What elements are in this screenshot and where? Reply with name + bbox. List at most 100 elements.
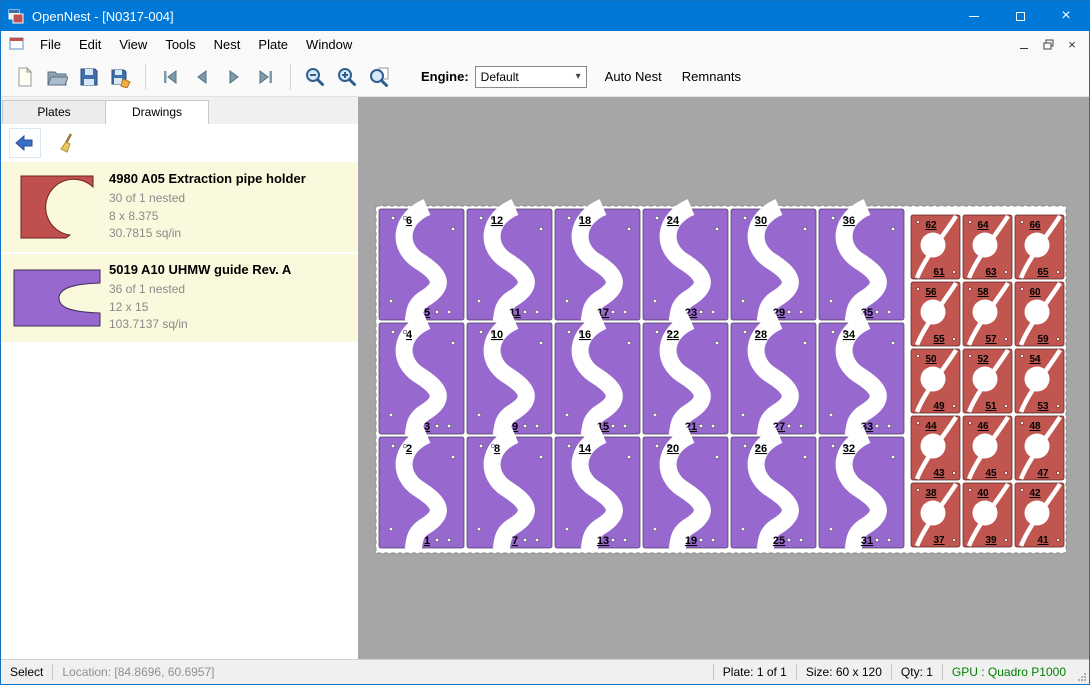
part-number: 44 — [925, 421, 937, 432]
red-part-pair[interactable]: 4241 — [1015, 483, 1064, 547]
part-number: 19 — [685, 535, 697, 547]
purple-part-pair[interactable]: 2221 — [643, 321, 728, 436]
part-number: 62 — [925, 220, 937, 231]
document-icon[interactable] — [9, 37, 25, 51]
red-part-pair[interactable]: 52 51 — [963, 349, 1012, 413]
save-as-button[interactable] — [105, 61, 137, 93]
open-button[interactable] — [41, 61, 73, 93]
plate-qty: Qty: 1 — [892, 665, 942, 679]
last-plate-button[interactable] — [250, 61, 282, 93]
red-part-pair[interactable]: 4645 — [963, 416, 1012, 480]
zoom-out-button[interactable] — [299, 61, 331, 93]
status-bar: Select Location: [84.8696, 60.6957] Plat… — [1, 659, 1089, 684]
red-part-pair[interactable]: 5655 — [911, 282, 960, 346]
drawing-item-extraction-pipe-holder[interactable]: 4980 A05 Extraction pipe holder 30 of 1 … — [1, 162, 358, 252]
red-part-pair[interactable]: 5857 — [963, 282, 1012, 346]
purple-part-pair[interactable]: 2827 — [731, 321, 816, 436]
purple-part-pair[interactable]: 2423 — [643, 207, 728, 322]
maximize-button[interactable] — [997, 1, 1043, 31]
part-number: 53 — [1037, 401, 1049, 412]
menu-bar: File Edit View Tools Nest Plate Window × — [1, 31, 1089, 57]
red-part-pair[interactable]: 4039 — [963, 483, 1012, 547]
import-drawing-button[interactable] — [9, 128, 41, 158]
mdi-restore-icon — [1043, 39, 1054, 50]
menu-view[interactable]: View — [110, 33, 156, 56]
drawing-size: 12 x 15 — [109, 299, 354, 316]
previous-plate-button[interactable] — [186, 61, 218, 93]
mdi-minimize-button[interactable] — [1013, 34, 1035, 54]
purple-part-pair[interactable]: 1817 — [555, 207, 640, 322]
drawing-item-uhmw-guide[interactable]: 5019 A10 UHMW guide Rev. A 36 of 1 neste… — [1, 252, 358, 342]
menu-plate[interactable]: Plate — [249, 33, 297, 56]
part-number: 4 — [406, 329, 413, 341]
red-part-pair[interactable]: 4443 — [911, 416, 960, 480]
red-part-pair[interactable]: 3837 — [911, 483, 960, 547]
nest-canvas[interactable]: 6512111817242330293635431091615222128273… — [359, 97, 1089, 659]
chevron-down-icon: ▾ — [576, 71, 581, 82]
part-number: 55 — [933, 334, 945, 345]
new-button[interactable] — [9, 61, 41, 93]
purple-part-pair[interactable]: 3433 — [819, 321, 904, 436]
blue-arrow-icon — [14, 132, 36, 154]
mdi-close-button[interactable]: × — [1061, 34, 1083, 54]
part-number: 52 — [977, 354, 989, 365]
red-part-pair[interactable]: 6059 — [1015, 282, 1064, 346]
remnants-button[interactable]: Remnants — [672, 63, 751, 90]
purple-part-pair[interactable]: 1615 — [555, 321, 640, 436]
part-number: 57 — [985, 334, 997, 345]
purple-part-pair[interactable]: 87 — [467, 435, 552, 550]
nest-plate-view[interactable]: 6512111817242330293635431091615222128273… — [359, 97, 1089, 659]
purple-part-pair[interactable]: 43 — [379, 321, 464, 436]
minimize-button[interactable] — [951, 1, 997, 31]
purple-part-pair[interactable]: 109 — [467, 321, 552, 436]
purple-part-pair[interactable]: 2019 — [643, 435, 728, 550]
close-button[interactable]: × — [1043, 1, 1089, 31]
purple-part-pair[interactable]: 3029 — [731, 207, 816, 322]
part-number: 7 — [512, 535, 518, 547]
maximize-icon — [1016, 12, 1025, 21]
mdi-restore-button[interactable] — [1037, 34, 1059, 54]
purple-part-pair[interactable]: 21 — [379, 435, 464, 550]
part-number: 18 — [579, 215, 591, 227]
purple-part-pair[interactable]: 2625 — [731, 435, 816, 550]
menu-nest[interactable]: Nest — [205, 33, 250, 56]
part-number: 2 — [406, 443, 412, 455]
part-number: 51 — [985, 401, 997, 412]
tab-drawings[interactable]: Drawings — [105, 100, 209, 124]
purple-part-pair[interactable]: 65 — [379, 207, 464, 322]
part-number: 39 — [985, 535, 997, 546]
drawing-area: 103.7137 sq/in — [109, 316, 354, 333]
next-plate-button[interactable] — [218, 61, 250, 93]
red-part-pair[interactable]: 6463 — [963, 215, 1012, 279]
grip-dots-icon — [1077, 672, 1087, 682]
zoom-fit-button[interactable] — [363, 61, 395, 93]
purple-part-pair[interactable]: 1211 — [467, 207, 552, 322]
purple-part-pair[interactable]: 1413 — [555, 435, 640, 550]
resize-grip[interactable] — [1075, 660, 1089, 684]
tab-plates[interactable]: Plates — [2, 100, 106, 124]
red-part-pair[interactable]: 6261 — [911, 215, 960, 279]
part-number: 48 — [1029, 421, 1041, 432]
auto-nest-button[interactable]: Auto Nest — [595, 63, 672, 90]
main-toolbar: Engine: Default ▾ Auto Nest Remnants — [1, 57, 1089, 97]
menu-file[interactable]: File — [31, 33, 70, 56]
engine-select[interactable]: Default ▾ — [475, 66, 587, 88]
menu-window[interactable]: Window — [297, 33, 361, 56]
red-part-pair[interactable]: 4847 — [1015, 416, 1064, 480]
menu-tools[interactable]: Tools — [156, 33, 204, 56]
purple-part-pair[interactable]: 3635 — [819, 207, 904, 322]
zoom-in-button[interactable] — [331, 61, 363, 93]
purple-part-pair[interactable]: 3231 — [819, 435, 904, 550]
first-plate-button[interactable] — [154, 61, 186, 93]
menu-edit[interactable]: Edit — [70, 33, 110, 56]
clear-drawings-button[interactable] — [51, 128, 83, 158]
part-number: 50 — [925, 354, 937, 365]
save-button[interactable] — [73, 61, 105, 93]
save-as-icon — [110, 66, 132, 88]
part-number: 59 — [1037, 334, 1049, 345]
red-part-pair[interactable]: 5049 — [911, 349, 960, 413]
toolbar-separator — [290, 64, 291, 90]
red-part-pair[interactable]: 6665 — [1015, 215, 1064, 279]
part-number: 64 — [977, 220, 989, 231]
red-part-pair[interactable]: 5453 — [1015, 349, 1064, 413]
